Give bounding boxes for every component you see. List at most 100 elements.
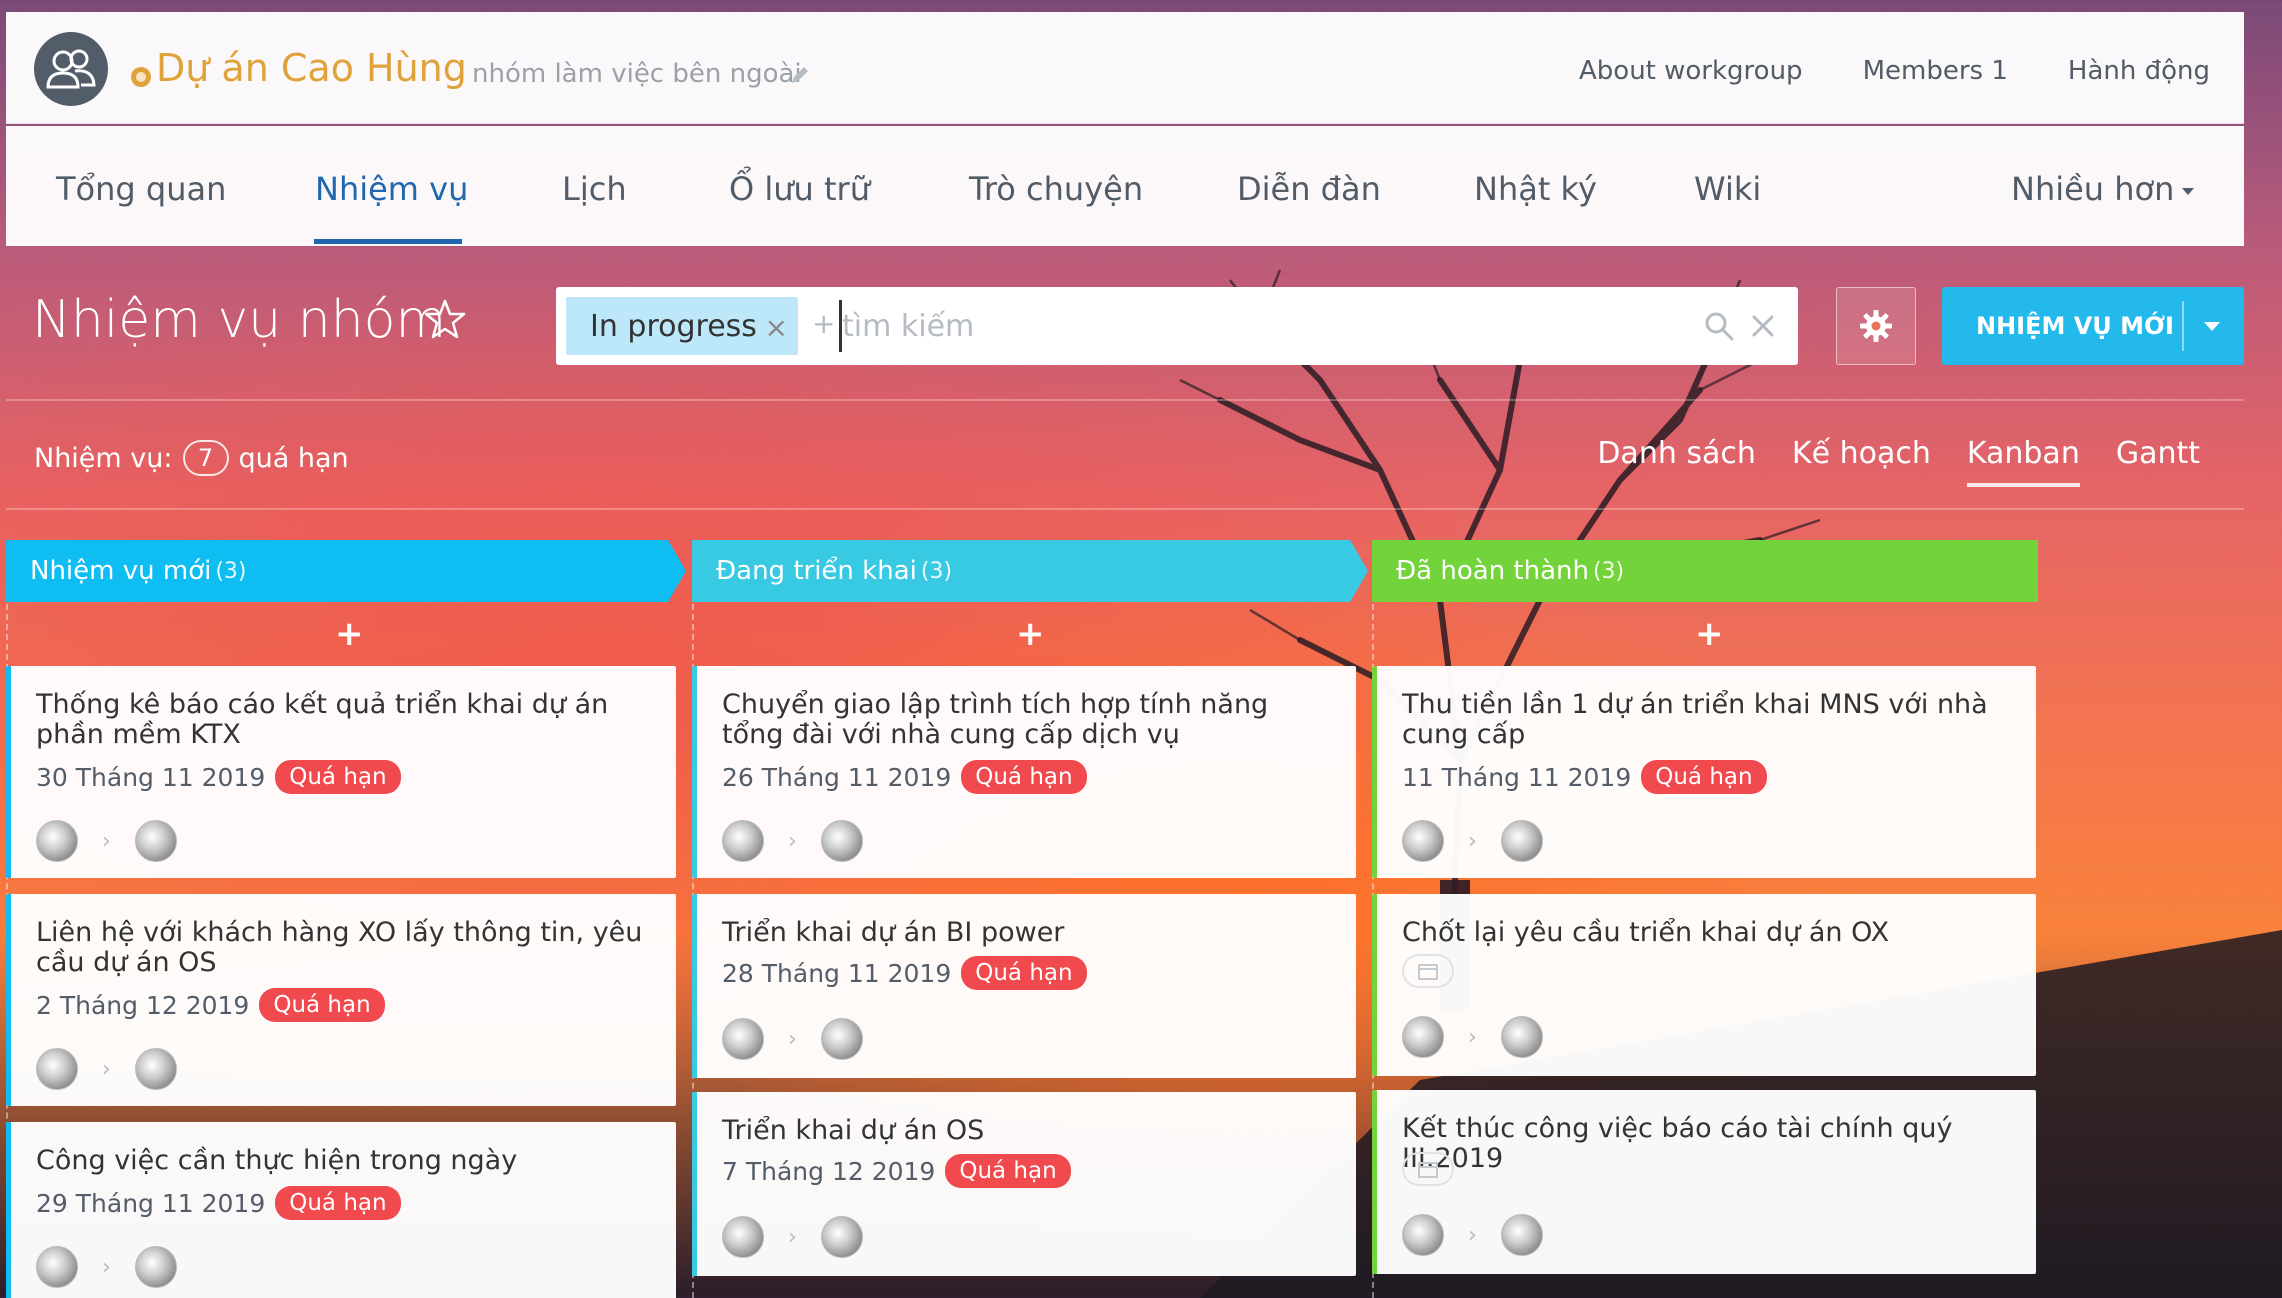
creator-avatar[interactable]	[722, 1216, 764, 1258]
deadline-date[interactable]: 7 Tháng 12 2019	[722, 1157, 935, 1186]
tab-chat[interactable]: Trò chuyện	[969, 170, 1143, 208]
add-task-icon[interactable]: +	[1695, 614, 1724, 654]
search-icon[interactable]	[1702, 309, 1736, 343]
task-card[interactable]: Công việc cần thực hiện trong ngày 29 Th…	[6, 1122, 676, 1298]
task-card[interactable]: Liên hệ với khách hàng XO lấy thông tin,…	[6, 894, 676, 1106]
task-deadline: 2 Tháng 12 2019 Quá hạn	[36, 988, 385, 1022]
settings-button[interactable]	[1836, 287, 1916, 365]
task-card[interactable]: Chốt lại yêu cầu triển khai dự án OX ›	[1372, 894, 2036, 1076]
task-card[interactable]: Triển khai dự án BI power 28 Tháng 11 20…	[692, 894, 1356, 1078]
creator-avatar[interactable]	[36, 1048, 78, 1090]
card-stripe	[692, 894, 697, 1078]
responsible-avatar[interactable]	[134, 1246, 177, 1288]
responsible-avatar[interactable]	[134, 820, 177, 862]
filter-chip[interactable]: In progress ×	[566, 297, 798, 355]
task-title[interactable]: Thu tiền lần 1 dự án triển khai MNS với …	[1402, 690, 2012, 750]
counter-suffix[interactable]: quá hạn	[239, 443, 349, 474]
deadline-date[interactable]: 11 Tháng 11 2019	[1402, 763, 1631, 792]
task-deadline: 29 Tháng 11 2019 Quá hạn	[36, 1186, 401, 1220]
responsible-avatar[interactable]	[820, 1018, 863, 1060]
tab-log[interactable]: Nhật ký	[1474, 170, 1597, 208]
tab-drive[interactable]: Ổ lưu trữ	[729, 170, 870, 208]
search-input[interactable]	[839, 300, 1419, 352]
tab-overview[interactable]: Tổng quan	[56, 170, 226, 208]
tab-more[interactable]: Nhiều hơn	[2011, 170, 2195, 208]
column-header-new[interactable]: Nhiệm vụ mới (3)	[6, 540, 666, 602]
responsible-avatar[interactable]	[134, 1048, 177, 1090]
view-list[interactable]: Danh sách	[1597, 436, 1756, 487]
task-counter: Nhiệm vụ: 7 quá hạn	[34, 440, 349, 476]
calendar-icon[interactable]	[1402, 954, 1454, 988]
remove-filter-icon[interactable]: ×	[765, 311, 788, 344]
responsible-avatar[interactable]	[820, 820, 863, 862]
deadline-date[interactable]: 28 Tháng 11 2019	[722, 959, 951, 988]
creator-avatar[interactable]	[36, 1246, 78, 1288]
calendar-icon[interactable]	[1402, 1152, 1454, 1186]
overdue-badge: Quá hạn	[945, 1154, 1071, 1188]
deadline-date[interactable]: 2 Tháng 12 2019	[36, 991, 249, 1020]
view-plan[interactable]: Kế hoạch	[1792, 436, 1931, 487]
task-title[interactable]: Chuyển giao lập trình tích hợp tính năng…	[722, 690, 1332, 750]
task-title[interactable]: Triển khai dự án BI power	[722, 918, 1332, 948]
task-title[interactable]: Thống kê báo cáo kết quả triển khai dự á…	[36, 690, 652, 750]
deadline-date[interactable]: 26 Tháng 11 2019	[722, 763, 951, 792]
overdue-badge: Quá hạn	[275, 1186, 401, 1220]
add-filter-icon[interactable]: +	[812, 307, 835, 340]
task-deadline	[1402, 1152, 1454, 1186]
task-title[interactable]: Kết thúc công việc báo cáo tài chính quý…	[1402, 1114, 2012, 1174]
task-card[interactable]: Triển khai dự án OS 7 Tháng 12 2019 Quá …	[692, 1092, 1356, 1276]
add-task-icon[interactable]: +	[1016, 614, 1045, 654]
task-card[interactable]: Chuyển giao lập trình tích hợp tính năng…	[692, 666, 1356, 878]
task-deadline: 7 Tháng 12 2019 Quá hạn	[722, 1154, 1071, 1188]
task-title[interactable]: Liên hệ với khách hàng XO lấy thông tin,…	[36, 918, 652, 978]
star-icon[interactable]	[424, 298, 466, 340]
creator-avatar[interactable]	[1402, 1214, 1444, 1256]
task-people: ›	[36, 1048, 177, 1090]
column-header-in-progress[interactable]: Đang triển khai (3)	[692, 540, 1352, 602]
responsible-avatar[interactable]	[1500, 1016, 1543, 1058]
responsible-avatar[interactable]	[820, 1216, 863, 1258]
add-task-icon[interactable]: +	[335, 614, 364, 654]
group-title[interactable]: Dự án Cao Hùng	[156, 46, 467, 90]
deadline-date[interactable]: 30 Tháng 11 2019	[36, 763, 265, 792]
tab-wiki[interactable]: Wiki	[1694, 170, 1761, 208]
overdue-count-badge[interactable]: 7	[182, 440, 229, 476]
task-card[interactable]: Kết thúc công việc báo cáo tài chính quý…	[1372, 1090, 2036, 1274]
creator-avatar[interactable]	[36, 820, 78, 862]
about-workgroup-link[interactable]: About workgroup	[1579, 56, 1803, 86]
new-task-button[interactable]: NHIỆM VỤ MỚI	[1942, 287, 2244, 365]
chevron-down-icon[interactable]	[2204, 322, 2220, 331]
tab-calendar[interactable]: Lịch	[562, 170, 627, 208]
chevron-right-icon: ›	[102, 1056, 111, 1082]
header-links: About workgroup Members 1 Hành động	[1579, 56, 2210, 86]
close-icon[interactable]	[1746, 309, 1780, 343]
responsible-avatar[interactable]	[1500, 820, 1543, 862]
active-tab-indicator	[314, 239, 462, 244]
group-avatar[interactable]	[34, 32, 108, 106]
task-card[interactable]: Thu tiền lần 1 dự án triển khai MNS với …	[1372, 666, 2036, 878]
task-card[interactable]: Thống kê báo cáo kết quả triển khai dự á…	[6, 666, 676, 878]
creator-avatar[interactable]	[1402, 1016, 1444, 1058]
task-title[interactable]: Triển khai dự án OS	[722, 1116, 1332, 1146]
deadline-date[interactable]: 29 Tháng 11 2019	[36, 1189, 265, 1218]
view-gantt[interactable]: Gantt	[2116, 436, 2200, 487]
creator-avatar[interactable]	[1402, 820, 1444, 862]
task-title[interactable]: Công việc cần thực hiện trong ngày	[36, 1146, 652, 1176]
members-link[interactable]: Members 1	[1863, 56, 2008, 86]
actions-link[interactable]: Hành động	[2068, 56, 2210, 86]
divider	[6, 508, 2244, 510]
responsible-avatar[interactable]	[1500, 1214, 1543, 1256]
chevron-right-icon: ›	[788, 1224, 797, 1250]
filter-search-box[interactable]: In progress × +	[556, 287, 1798, 365]
column-header-done[interactable]: Đã hoàn thành (3)	[1372, 540, 2032, 602]
creator-avatar[interactable]	[722, 1018, 764, 1060]
creator-avatar[interactable]	[722, 820, 764, 862]
view-kanban[interactable]: Kanban	[1966, 436, 2080, 487]
task-title[interactable]: Chốt lại yêu cầu triển khai dự án OX	[1402, 918, 2012, 948]
page-title: Nhiệm vụ nhóm	[32, 290, 447, 350]
pencil-icon[interactable]	[789, 64, 811, 86]
card-stripe	[692, 1092, 697, 1276]
overdue-badge: Quá hạn	[961, 956, 1087, 990]
tab-forum[interactable]: Diễn đàn	[1237, 170, 1381, 208]
tab-tasks[interactable]: Nhiệm vụ	[315, 170, 468, 208]
